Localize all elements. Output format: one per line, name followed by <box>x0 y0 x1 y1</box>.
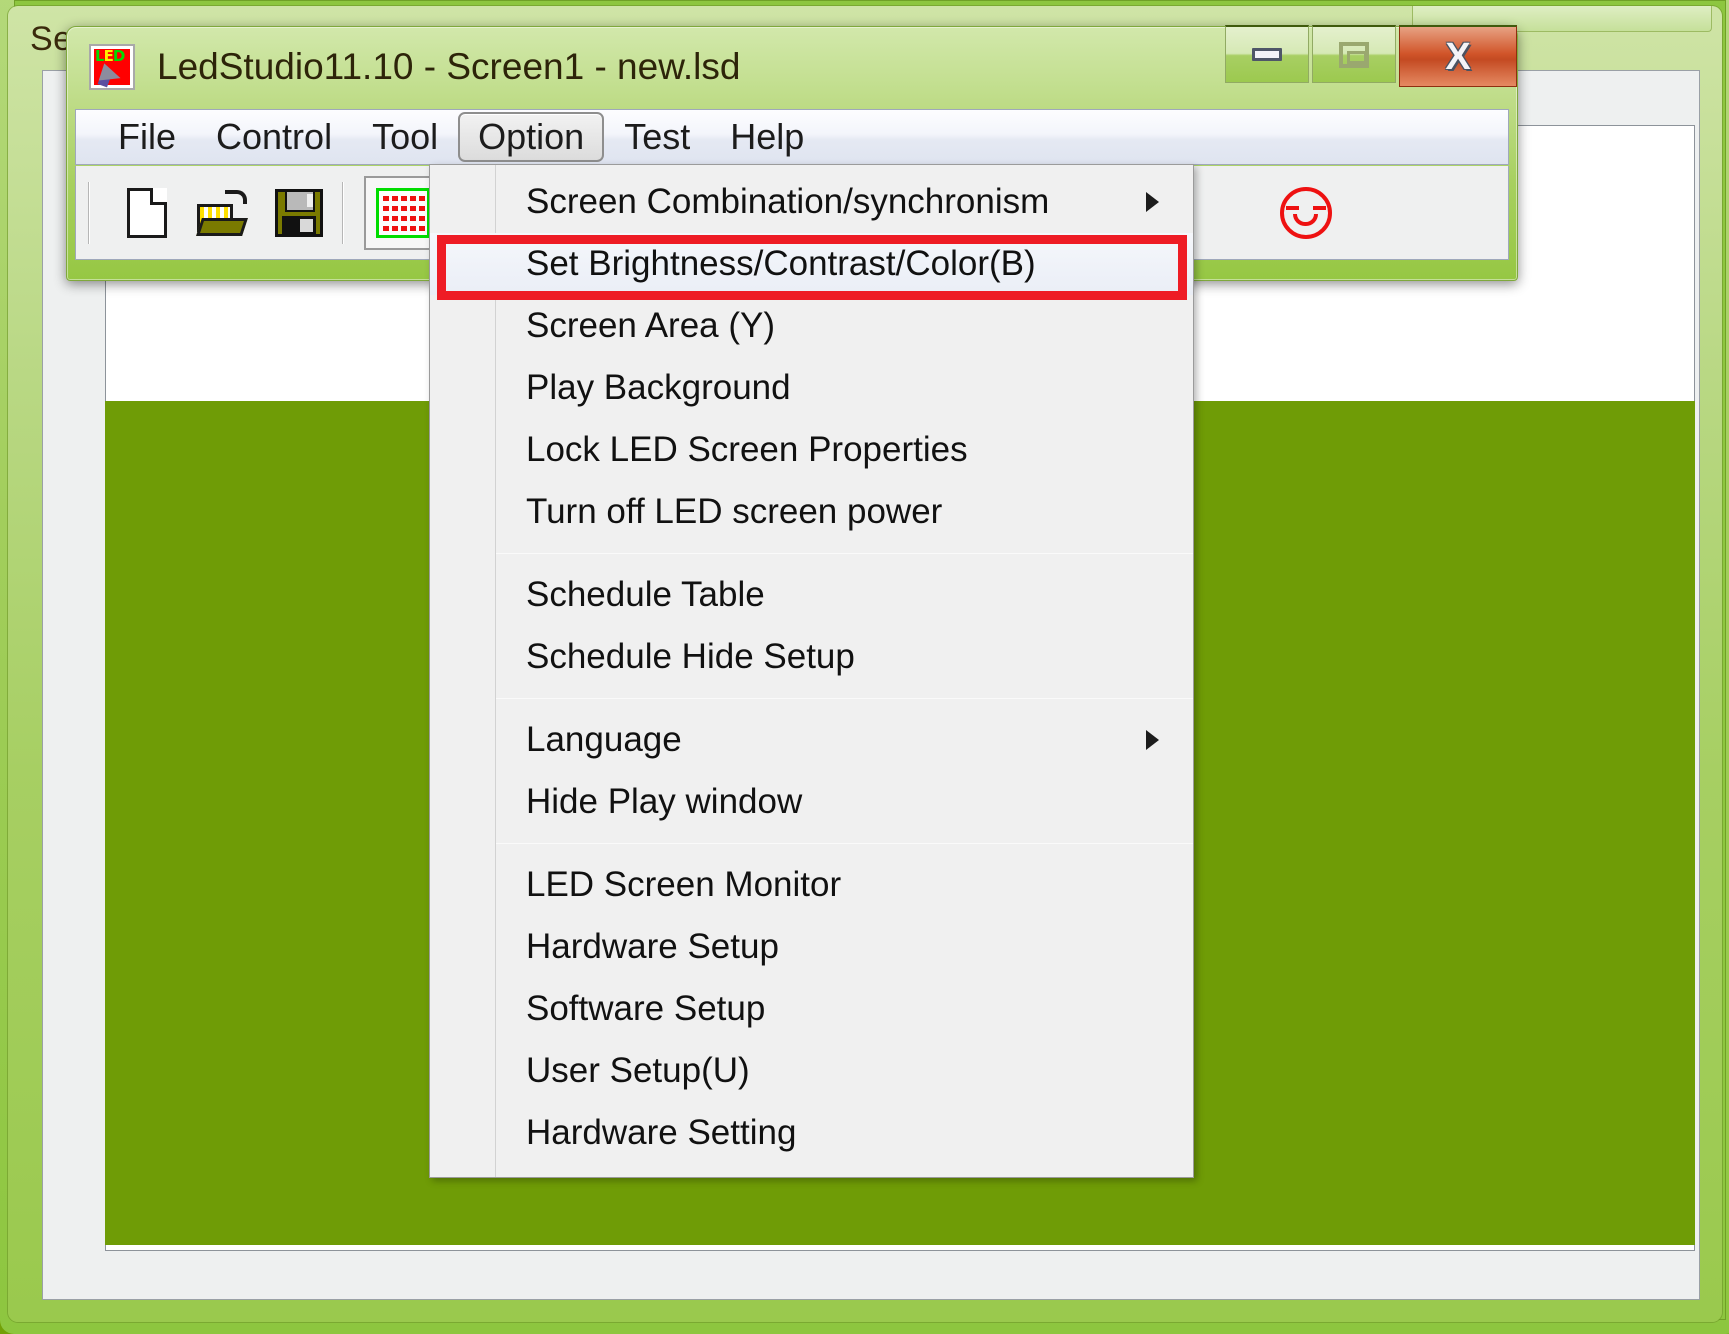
menu-bar: File Control Tool Option Test Help <box>75 109 1509 165</box>
submenu-arrow-icon <box>1146 730 1159 750</box>
menu-item-label: Schedule Hide Setup <box>526 637 855 676</box>
icon-letter-e: E <box>103 47 114 65</box>
menu-file[interactable]: File <box>98 112 196 162</box>
led-studio-icon: LED <box>89 44 135 90</box>
menu-item-hide-play-window[interactable]: Hide Play window <box>430 771 1193 833</box>
menu-item-turn-off-led-screen-power[interactable]: Turn off LED screen power <box>430 481 1193 543</box>
toolbar-separator-1 <box>342 181 344 244</box>
menu-item-hardware-setup[interactable]: Hardware Setup <box>430 916 1193 978</box>
menu-item-screen-area-y[interactable]: Screen Area (Y) <box>430 295 1193 357</box>
menu-item-set-brightness-contrast-color-b[interactable]: Set Brightness/Contrast/Color(B) <box>430 233 1193 295</box>
menu-item-screen-combination-synchronism[interactable]: Screen Combination/synchronism <box>430 171 1193 233</box>
save-file-icon <box>275 188 323 237</box>
minimize-icon <box>1252 48 1282 61</box>
menu-item-play-background[interactable]: Play Background <box>430 357 1193 419</box>
menu-item-label: Lock LED Screen Properties <box>526 430 968 469</box>
new-file-button[interactable] <box>116 182 178 244</box>
menu-item-label: Language <box>526 720 682 759</box>
menu-item-language[interactable]: Language <box>430 709 1193 771</box>
window-title: LedStudio11.10 - Screen1 - new.lsd <box>157 46 741 87</box>
menu-item-label: User Setup(U) <box>526 1051 750 1090</box>
open-file-icon <box>196 189 249 236</box>
icon-letter-l: L <box>95 47 105 65</box>
close-icon: X <box>1445 35 1471 78</box>
maximize-button[interactable] <box>1312 25 1396 83</box>
menu-item-label: Schedule Table <box>526 575 765 614</box>
menu-item-label: Play Background <box>526 368 791 407</box>
menu-item-user-setup-u[interactable]: User Setup(U) <box>430 1040 1193 1102</box>
dropdown-item-list: Screen Combination/synchronism Set Bright… <box>430 165 1193 1168</box>
menu-separator <box>496 553 1193 554</box>
menu-tool[interactable]: Tool <box>352 112 458 162</box>
menu-item-label: LED Screen Monitor <box>526 865 842 904</box>
menu-item-label: Turn off LED screen power <box>526 492 943 531</box>
save-file-button[interactable] <box>268 182 330 244</box>
menu-item-label: Screen Area (Y) <box>526 306 775 345</box>
menu-help[interactable]: Help <box>710 112 824 162</box>
icon-letter-d: D <box>112 47 125 65</box>
menu-item-label: Set Brightness/Contrast/Color(B) <box>526 244 1036 283</box>
menu-item-lock-led-screen-properties[interactable]: Lock LED Screen Properties <box>430 419 1193 481</box>
menu-separator <box>496 698 1193 699</box>
menu-option[interactable]: Option <box>458 112 605 162</box>
title-bar: LED LedStudio11.10 - Screen1 - new.lsd X <box>67 25 1517 107</box>
menu-item-led-screen-monitor[interactable]: LED Screen Monitor <box>430 854 1193 916</box>
minimize-button[interactable] <box>1225 25 1309 83</box>
menu-item-schedule-hide-setup[interactable]: Schedule Hide Setup <box>430 626 1193 688</box>
open-file-button[interactable] <box>192 182 254 244</box>
menu-item-software-setup[interactable]: Software Setup <box>430 978 1193 1040</box>
desktop-background: Set S LED LedStudio11.10 - Screen1 - new… <box>0 0 1729 1334</box>
menu-item-schedule-table[interactable]: Schedule Table <box>430 564 1193 626</box>
new-file-icon <box>127 187 167 238</box>
submenu-arrow-icon <box>1146 192 1159 212</box>
menu-test[interactable]: Test <box>604 112 710 162</box>
menu-control[interactable]: Control <box>196 112 352 162</box>
option-dropdown-menu: Screen Combination/synchronism Set Bright… <box>429 164 1194 1178</box>
menu-item-label: Hardware Setup <box>526 927 779 966</box>
close-button[interactable]: X <box>1399 25 1517 87</box>
menu-item-label: Hardware Setting <box>526 1113 797 1152</box>
menu-item-label: Screen Combination/synchronism <box>526 182 1050 221</box>
menu-item-label: Software Setup <box>526 989 766 1028</box>
menu-item-label: Hide Play window <box>526 782 803 821</box>
toolbar-separator-start <box>88 181 90 244</box>
menu-separator <box>496 843 1193 844</box>
window-controls: X <box>1225 25 1517 87</box>
smiley-icon[interactable] <box>1280 186 1332 239</box>
maximize-icon <box>1339 41 1369 68</box>
menu-item-hardware-setting[interactable]: Hardware Setting <box>430 1102 1193 1164</box>
led-grid-icon <box>376 187 430 238</box>
